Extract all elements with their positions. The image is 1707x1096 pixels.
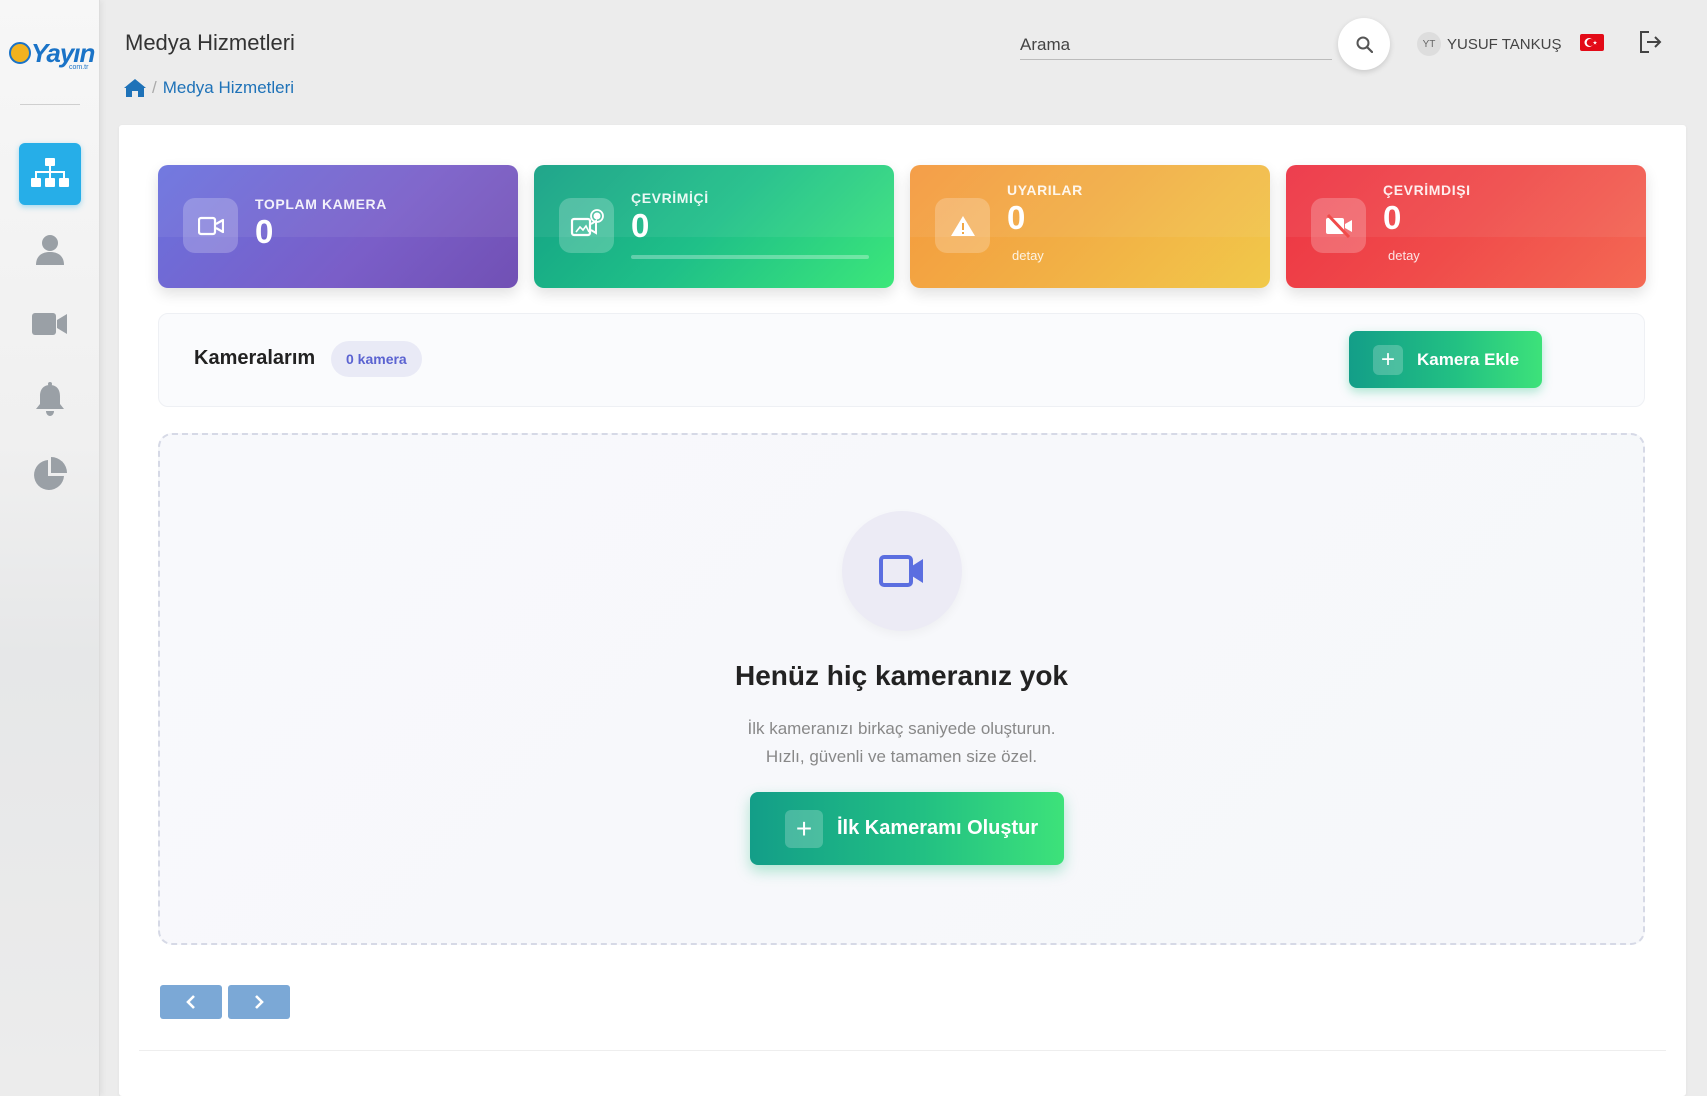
create-first-camera-label: İlk Kameramı Oluştur bbox=[837, 817, 1039, 839]
online-progress-bar bbox=[631, 255, 869, 259]
empty-state-desc-line: Hızlı, güvenli ve tamamen size özel. bbox=[765, 747, 1038, 766]
sidebar-item-cameras[interactable] bbox=[19, 293, 81, 355]
sidebar-item-dashboard[interactable] bbox=[19, 143, 81, 205]
user-name: YUSUF TANKUŞ bbox=[1447, 35, 1562, 53]
empty-state-desc-line: İlk kameranızı birkaç saniyede oluşturun… bbox=[747, 719, 1056, 738]
cameras-header: Kameralarım 0 kamera + Kamera Ekle bbox=[158, 313, 1645, 407]
user-icon bbox=[36, 235, 64, 265]
sidebar-item-reports[interactable] bbox=[19, 443, 81, 505]
video-camera-icon bbox=[842, 511, 962, 631]
empty-state: Henüz hiç kameranız yok İlk kameranızı b… bbox=[158, 433, 1645, 945]
logo-subtext: com.tr bbox=[69, 64, 89, 71]
stat-value: 0 bbox=[1383, 199, 1402, 236]
camera-online-icon bbox=[559, 198, 614, 253]
flag-crescent-icon bbox=[1584, 38, 1598, 47]
stat-label: TOPLAM KAMERA bbox=[255, 196, 387, 212]
add-camera-label: Kamera Ekle bbox=[1417, 349, 1520, 369]
video-camera-off-icon bbox=[1311, 198, 1366, 253]
add-camera-button[interactable]: + Kamera Ekle bbox=[1349, 331, 1542, 388]
divider bbox=[139, 1050, 1666, 1051]
video-camera-icon bbox=[183, 198, 238, 253]
stat-card-warnings[interactable]: UYARILAR 0 detay bbox=[910, 165, 1270, 288]
logout-icon bbox=[1640, 31, 1662, 53]
pie-chart-icon bbox=[34, 457, 67, 490]
create-first-camera-button[interactable]: + İlk Kameramı Oluştur bbox=[750, 792, 1064, 865]
home-icon[interactable] bbox=[124, 79, 146, 97]
turkey-flag-icon[interactable] bbox=[1580, 34, 1604, 51]
plus-icon: + bbox=[785, 809, 823, 848]
chevron-left-icon bbox=[186, 995, 195, 1009]
breadcrumb-separator: / bbox=[152, 78, 157, 97]
stat-card-offline[interactable]: ÇEVRİMDIŞI 0 detay bbox=[1286, 165, 1646, 288]
empty-state-description: İlk kameranızı birkaç saniyede oluşturun… bbox=[160, 715, 1643, 771]
pagination-next-button[interactable] bbox=[228, 985, 290, 1019]
sidebar-item-users[interactable] bbox=[19, 219, 81, 281]
empty-state-title: Henüz hiç kameranız yok bbox=[734, 660, 1068, 691]
logo-badge-icon bbox=[9, 42, 31, 64]
stat-value: 0 bbox=[631, 207, 650, 244]
search-button[interactable] bbox=[1338, 18, 1390, 70]
logo[interactable]: Yayın com.tr bbox=[9, 36, 95, 71]
stat-value: 0 bbox=[255, 213, 274, 250]
camera-count-badge: 0 kamera bbox=[331, 341, 422, 377]
stat-value: 0 bbox=[1007, 199, 1026, 236]
stat-label: UYARILAR bbox=[1007, 182, 1083, 198]
sidebar: Yayın com.tr bbox=[0, 0, 100, 1096]
plus-icon: + bbox=[1373, 344, 1403, 375]
stat-detail-link[interactable]: detay bbox=[1012, 248, 1044, 263]
search-icon bbox=[1356, 36, 1373, 53]
main-content: TOPLAM KAMERA 0 ÇEVRİMİÇİ 0 UYARILAR 0 d… bbox=[119, 125, 1686, 1096]
stat-detail-link[interactable]: detay bbox=[1388, 248, 1420, 263]
chevron-right-icon bbox=[255, 995, 264, 1009]
breadcrumb-current[interactable]: Medya Hizmetleri bbox=[163, 78, 294, 98]
bell-icon bbox=[36, 382, 64, 416]
stat-card-online[interactable]: ÇEVRİMİÇİ 0 bbox=[534, 165, 894, 288]
page-title: Medya Hizmetleri bbox=[125, 30, 295, 55]
search-input[interactable] bbox=[1020, 30, 1332, 60]
user-menu[interactable]: YT YUSUF TANKUŞ bbox=[1417, 32, 1561, 56]
avatar: YT bbox=[1417, 32, 1441, 56]
logout-button[interactable] bbox=[1639, 31, 1663, 58]
warning-icon bbox=[935, 198, 990, 253]
video-camera-icon bbox=[32, 313, 67, 335]
stat-card-total-cameras[interactable]: TOPLAM KAMERA 0 bbox=[158, 165, 518, 288]
sidebar-item-notifications[interactable] bbox=[19, 368, 81, 430]
breadcrumb: / Medya Hizmetleri bbox=[124, 78, 294, 98]
stat-label: ÇEVRİMDIŞI bbox=[1383, 182, 1471, 198]
pagination-prev-button[interactable] bbox=[160, 985, 222, 1019]
cameras-title: Kameralarım bbox=[194, 347, 316, 369]
sidebar-divider bbox=[20, 104, 80, 105]
stat-label: ÇEVRİMİÇİ bbox=[631, 190, 709, 206]
sitemap-icon bbox=[31, 158, 69, 187]
